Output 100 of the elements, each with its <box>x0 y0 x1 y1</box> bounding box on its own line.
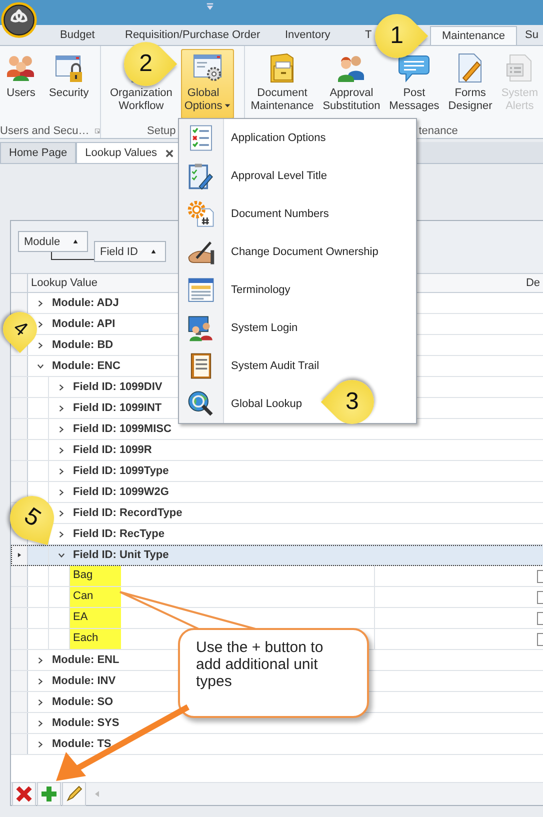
row-indicator[interactable] <box>11 545 28 565</box>
cell-value: Can <box>70 587 121 607</box>
ribbon-tab[interactable]: Su <box>517 26 538 45</box>
expand-chevron-icon[interactable] <box>58 510 65 516</box>
group-row-label: Module: API <box>52 318 116 330</box>
menu-item-label: Change Document Ownership <box>230 246 378 258</box>
group-row-label: Field ID: 1099R <box>73 444 152 456</box>
group-row-label: Module: SYS <box>52 717 120 729</box>
group-label: Users and Secu… <box>0 124 90 136</box>
grid-row[interactable]: Field ID: Unit Type <box>11 545 543 566</box>
group-row-label: Field ID: 1099W2G <box>73 486 169 498</box>
collapse-chevron-icon[interactable] <box>37 362 44 370</box>
ribbon-button[interactable]: Forms Designer <box>445 49 496 119</box>
cell-value: Each <box>70 629 121 649</box>
chip-label: Module <box>24 236 60 248</box>
ribbon-button[interactable]: Security <box>46 49 92 119</box>
ribbon-tab[interactable]: Maintenance <box>430 26 517 45</box>
cell-value: EA <box>70 608 121 628</box>
menu-item[interactable]: Document Numbers <box>179 195 416 233</box>
expand-chevron-icon[interactable] <box>58 426 65 432</box>
group-row-label: Field ID: RecordType <box>73 507 182 519</box>
expand-chevron-icon[interactable] <box>58 488 65 496</box>
expand-chevron-icon[interactable] <box>37 342 44 348</box>
group-row-label: Field ID: 1099DIV <box>73 381 162 393</box>
ribbon-tab[interactable]: Requisition/Purchase Order <box>125 26 285 45</box>
grid-row[interactable]: Field ID: 1099Type <box>11 461 543 482</box>
expand-chevron-icon[interactable] <box>37 698 44 706</box>
expand-chevron-icon[interactable] <box>58 468 65 474</box>
menu-item-label: Application Options <box>230 132 326 144</box>
button-label: Document Maintenance <box>250 87 314 113</box>
ribbon-tab[interactable]: Budget <box>60 26 125 45</box>
menu-item-label: System Login <box>230 322 298 334</box>
button-label: Post Messages <box>389 87 440 113</box>
cell-value: Bag <box>70 566 121 586</box>
close-icon[interactable] <box>165 148 174 158</box>
ribbon-button[interactable]: Post Messages <box>386 49 442 119</box>
grid-row[interactable]: Field ID: 1099R <box>11 440 543 461</box>
expand-chevron-icon[interactable] <box>37 656 44 664</box>
column-header[interactable]: De <box>522 277 540 289</box>
dropdown-button[interactable]: Global Options <box>181 49 234 119</box>
menu-item-label: Terminology <box>230 284 290 296</box>
grid-row[interactable]: Bag <box>11 566 543 587</box>
grid-row[interactable]: Module: TS <box>11 734 543 755</box>
button-label: Approval Substitution <box>322 87 380 113</box>
expand-chevron-icon[interactable] <box>37 740 44 748</box>
collapse-chevron-icon[interactable] <box>58 552 65 558</box>
group-by-chip[interactable]: Field ID <box>94 241 166 262</box>
ribbon-tab[interactable]: Inventory <box>285 26 365 45</box>
group-by-chip[interactable]: Module <box>18 231 88 252</box>
delete-icon[interactable] <box>12 782 36 806</box>
callout-text: Use the + button to add additional unit types <box>196 639 324 690</box>
group-row-label: Field ID: Unit Type <box>73 549 169 561</box>
tab-label: Lookup Values <box>85 147 158 159</box>
document-tab[interactable]: Home Page <box>0 142 76 163</box>
checklist-icon <box>187 124 215 152</box>
group-label: tenance <box>418 124 458 136</box>
button-label: Organization Workflow <box>110 87 172 113</box>
callout-number: 2 <box>139 52 153 76</box>
button-label: Forms Designer <box>448 87 492 113</box>
group-row-label: Module: ENC <box>52 360 120 372</box>
menu-item-label: Approval Level Title <box>230 170 327 182</box>
group-row-label: Module: TS <box>52 738 112 750</box>
expand-chevron-icon[interactable] <box>37 720 44 726</box>
quick-access-icon[interactable] <box>205 2 215 12</box>
group-label: Setup <box>147 124 176 136</box>
clipboard-pencil-icon <box>187 162 215 190</box>
group-row-label: Field ID: 1099INT <box>73 402 162 414</box>
group-row-label: Module: ADJ <box>52 297 119 309</box>
monitor-people-icon <box>187 314 215 342</box>
connector-line <box>51 252 94 260</box>
ribbon-button[interactable]: Approval Substitution <box>320 49 384 119</box>
expand-chevron-icon[interactable] <box>58 404 65 412</box>
gear-document-icon <box>187 200 215 228</box>
expand-chevron-icon[interactable] <box>58 384 65 390</box>
chip-label: Field ID <box>100 246 138 258</box>
button-label: Security <box>49 87 89 100</box>
button-label: Users <box>6 87 36 100</box>
menu-item-label: Global Lookup <box>230 398 302 410</box>
dialog-launcher-icon[interactable] <box>95 126 100 134</box>
ribbon-button[interactable]: Users <box>2 49 40 119</box>
group-row-label: Module: ENL <box>52 654 120 666</box>
ribbon-button[interactable]: Document Maintenance <box>248 49 317 119</box>
group-row-label: Field ID: 1099MISC <box>73 423 172 435</box>
group-row-label: Module: SO <box>52 696 114 708</box>
sort-ascending-icon <box>150 249 157 254</box>
button-label: Global Options <box>184 87 222 113</box>
dropdown-caret-icon <box>224 102 232 109</box>
expand-chevron-icon[interactable] <box>37 678 44 684</box>
group-row-label: Field ID: RecType <box>73 528 164 540</box>
group-row-label: Module: INV <box>52 675 116 687</box>
expand-chevron-icon[interactable] <box>58 446 65 454</box>
expand-chevron-icon[interactable] <box>37 320 44 328</box>
expand-chevron-icon[interactable] <box>37 300 44 306</box>
menu-item[interactable]: Change Document Ownership <box>179 233 416 271</box>
add-icon[interactable] <box>37 782 61 806</box>
row-pointer-icon <box>16 551 22 559</box>
column-header[interactable]: Lookup Value <box>28 277 98 289</box>
menu-item-label: System Audit Trail <box>230 360 320 372</box>
pencil-icon[interactable] <box>62 782 86 806</box>
expand-chevron-icon[interactable] <box>58 530 65 538</box>
